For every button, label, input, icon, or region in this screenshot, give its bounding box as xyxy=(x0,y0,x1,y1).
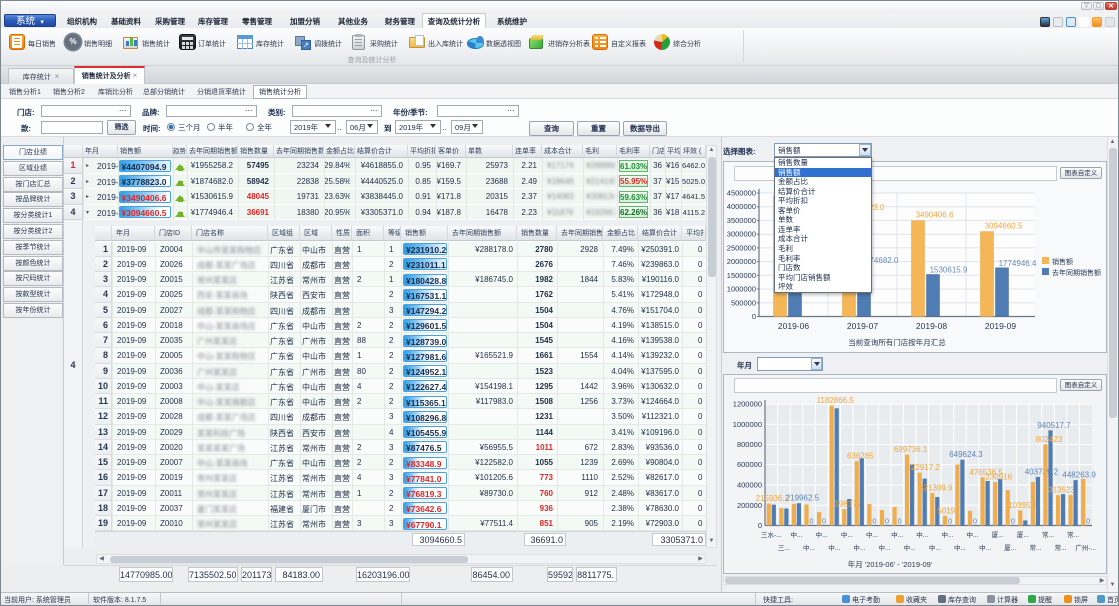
svg-text:中...: 中... xyxy=(904,543,916,552)
svg-text:1530615.9: 1530615.9 xyxy=(930,266,968,275)
svg-text:0: 0 xyxy=(872,517,876,526)
svg-text:常...: 常... xyxy=(1067,530,1079,539)
svg-text:1200000: 1200000 xyxy=(733,400,762,409)
svg-text:400000: 400000 xyxy=(737,481,762,490)
svg-text:3490406.6: 3490406.6 xyxy=(916,211,954,220)
svg-text:广州-...: 广州-... xyxy=(1075,543,1096,552)
svg-text:厦...: 厦... xyxy=(1004,544,1016,552)
svg-text:中...: 中... xyxy=(790,530,802,539)
svg-text:448263.9: 448263.9 xyxy=(1062,471,1096,480)
svg-text:常...: 常... xyxy=(1055,543,1067,552)
svg-text:中...: 中... xyxy=(891,530,903,539)
svg-text:当前查询所有门店按年月汇总: 当前查询所有门店按年月汇总 xyxy=(848,337,946,347)
svg-text:321399.9: 321399.9 xyxy=(919,484,953,493)
svg-text:403739.2: 403739.2 xyxy=(1025,467,1059,476)
svg-text:年月 '2019-06' - '2019-09': 年月 '2019-06' - '2019-09' xyxy=(848,559,933,569)
svg-text:649624.3: 649624.3 xyxy=(949,450,983,459)
svg-text:三水-...: 三水-... xyxy=(761,530,782,539)
svg-text:2019-08: 2019-08 xyxy=(916,321,947,331)
svg-text:500000: 500000 xyxy=(731,298,756,307)
svg-text:0: 0 xyxy=(898,517,902,526)
svg-text:厦...: 厦... xyxy=(1017,531,1029,539)
svg-text:802423: 802423 xyxy=(1036,435,1063,444)
svg-text:中...: 中... xyxy=(816,530,828,539)
svg-text:2019-09: 2019-09 xyxy=(985,321,1016,331)
svg-text:1039575: 1039575 xyxy=(1008,501,1040,510)
svg-text:940517.7: 940517.7 xyxy=(1037,421,1071,430)
svg-text:中...: 中... xyxy=(803,543,815,552)
svg-text:230916: 230916 xyxy=(985,473,1012,482)
svg-text:中...: 中... xyxy=(967,530,979,539)
svg-text:厦...: 厦... xyxy=(992,531,1004,539)
svg-text:中...: 中... xyxy=(879,543,891,552)
svg-text:0: 0 xyxy=(1011,517,1015,526)
svg-text:3094660.5: 3094660.5 xyxy=(985,222,1023,231)
svg-text:0: 0 xyxy=(809,517,813,526)
svg-text:中...: 中... xyxy=(853,543,865,552)
svg-text:4500000: 4500000 xyxy=(727,189,756,198)
svg-text:0: 0 xyxy=(885,517,889,526)
svg-text:215936.2: 215936.2 xyxy=(756,494,790,503)
svg-text:636285: 636285 xyxy=(847,452,874,461)
svg-text:0: 0 xyxy=(1086,517,1090,526)
svg-text:0: 0 xyxy=(822,517,826,526)
svg-text:1774946.4: 1774946.4 xyxy=(999,259,1037,268)
svg-text:699736.1: 699736.1 xyxy=(894,445,928,454)
svg-text:2019-07: 2019-07 xyxy=(847,321,878,331)
svg-text:中...: 中... xyxy=(866,530,878,539)
svg-text:销售额: 销售额 xyxy=(1052,257,1073,266)
svg-text:1500000: 1500000 xyxy=(727,271,756,280)
svg-text:4000000: 4000000 xyxy=(727,202,756,211)
svg-text:1000000: 1000000 xyxy=(733,420,762,429)
svg-text:2500000: 2500000 xyxy=(727,243,756,252)
svg-text:600000: 600000 xyxy=(737,460,762,469)
svg-text:2000000: 2000000 xyxy=(727,257,756,266)
svg-text:中...: 中... xyxy=(841,530,853,539)
svg-text:800000: 800000 xyxy=(737,440,762,449)
svg-text:1182866.5: 1182866.5 xyxy=(817,396,855,405)
svg-text:中...: 中... xyxy=(828,543,840,552)
svg-text:522917.2: 522917.2 xyxy=(907,463,941,472)
svg-text:219962.5: 219962.5 xyxy=(786,494,820,503)
svg-text:中...: 中... xyxy=(941,530,953,539)
svg-text:2019-06: 2019-06 xyxy=(778,321,809,331)
svg-text:0: 0 xyxy=(758,521,762,530)
svg-text:3500000: 3500000 xyxy=(727,216,756,225)
svg-text:中...: 中... xyxy=(954,543,966,552)
svg-text:中...: 中... xyxy=(929,543,941,552)
svg-text:中...: 中... xyxy=(916,530,928,539)
svg-text:0: 0 xyxy=(948,517,952,526)
svg-text:3000000: 3000000 xyxy=(727,230,756,239)
svg-text:中...: 中... xyxy=(979,543,991,552)
svg-text:1000000: 1000000 xyxy=(727,285,756,294)
svg-text:去年同期销售额: 去年同期销售额 xyxy=(1052,268,1101,277)
svg-text:三...: 三... xyxy=(778,544,790,552)
svg-text:常...: 常... xyxy=(1029,543,1041,552)
svg-text:0: 0 xyxy=(973,517,977,526)
svg-text:313523: 313523 xyxy=(1048,486,1075,495)
svg-text:0: 0 xyxy=(752,312,756,321)
svg-text:常...: 常... xyxy=(1042,530,1054,539)
